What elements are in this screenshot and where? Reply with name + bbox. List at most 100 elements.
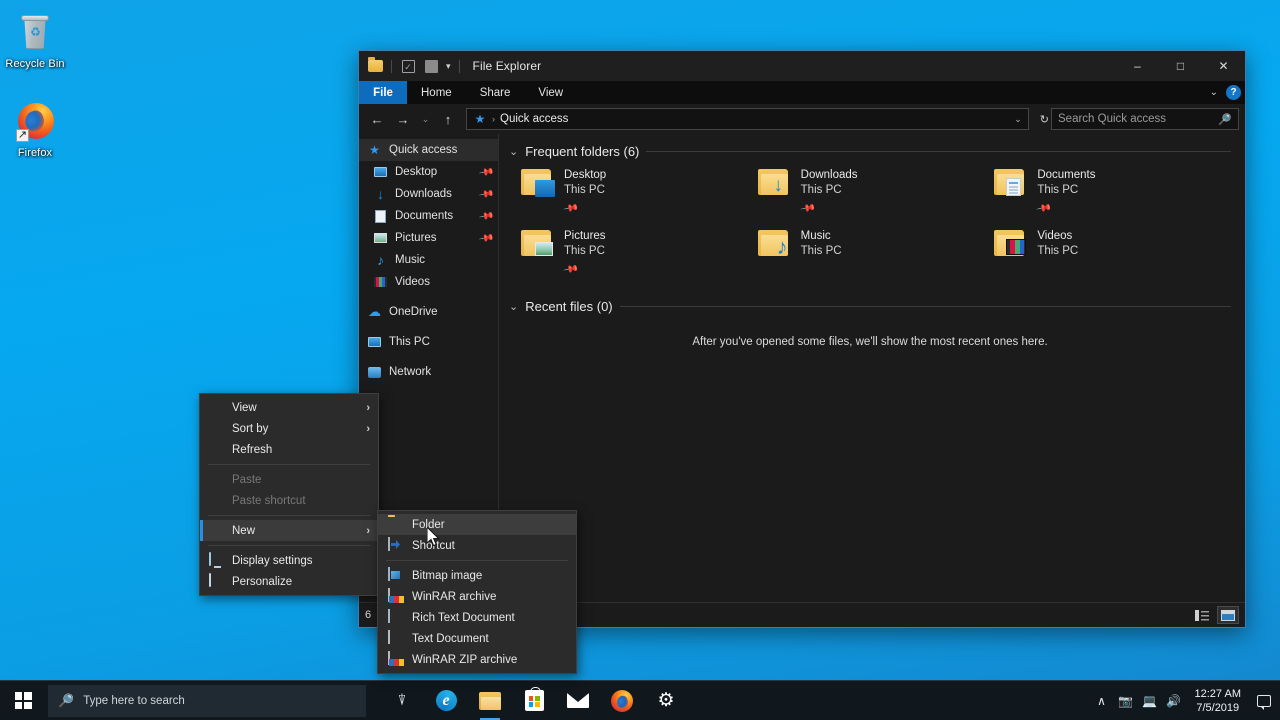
close-button[interactable]: ✕ — [1202, 51, 1245, 81]
context-menu-item-refresh[interactable]: Refresh — [200, 439, 378, 460]
sidebar-item-videos[interactable]: Videos — [359, 271, 498, 293]
file-explorer-icon[interactable] — [468, 681, 512, 720]
sidebar-item-documents[interactable]: Documents 📌 — [359, 205, 498, 227]
folder-item-music[interactable]: ♪ Music This PC — [758, 228, 995, 277]
start-button[interactable] — [0, 681, 46, 720]
tab-share[interactable]: Share — [466, 81, 525, 104]
context-menu-item-paste-shortcut: Paste shortcut — [200, 490, 378, 511]
context-menu-item-new[interactable]: New › — [200, 520, 378, 541]
large-icons-view-icon[interactable] — [1217, 606, 1239, 624]
folder-item-pictures[interactable]: Pictures This PC 📌 — [521, 228, 758, 277]
refresh-icon[interactable]: ↻ — [1035, 113, 1049, 126]
minimize-button[interactable]: – — [1116, 51, 1159, 81]
context-menu-item-sort-by[interactable]: Sort by › — [200, 418, 378, 439]
clock-time: 12:27 AM — [1195, 687, 1241, 701]
pin-icon: 📌 — [798, 201, 815, 218]
show-hidden-icons-icon[interactable]: ∧ — [1090, 681, 1114, 720]
divider — [391, 60, 392, 73]
back-button[interactable]: ← — [365, 108, 389, 130]
sidebar-item-label: Videos — [395, 276, 430, 288]
properties-icon[interactable]: ✓ — [398, 56, 418, 76]
search-input[interactable] — [1058, 113, 1218, 125]
chevron-down-icon[interactable]: ⌄ — [509, 145, 518, 158]
expand-ribbon-icon[interactable]: ⌄ — [1210, 87, 1218, 98]
recycle-bin-icon: ♻ — [14, 12, 56, 54]
sidebar-item-this-pc[interactable]: This PC — [359, 331, 498, 353]
submenu-item-shortcut[interactable]: Shortcut — [378, 535, 576, 556]
personalize-icon — [209, 574, 224, 589]
action-center-button[interactable] — [1250, 681, 1278, 720]
submenu-item-folder[interactable]: Folder — [378, 514, 576, 535]
group-title: Recent files (0) — [525, 299, 612, 314]
address-bar[interactable]: ★ › Quick access ⌄ — [466, 108, 1029, 130]
chevron-down-icon[interactable]: ⌄ — [509, 300, 518, 313]
mail-icon[interactable] — [556, 681, 600, 720]
submenu-item-rich-text-document[interactable]: Rich Text Document — [378, 607, 576, 628]
folder-item-videos[interactable]: Videos This PC — [994, 228, 1231, 277]
menu-item-label: Refresh — [232, 444, 272, 456]
webcam-icon[interactable]: 📷 — [1114, 681, 1138, 720]
settings-gear-icon[interactable]: ⚙ — [644, 681, 688, 720]
clock[interactable]: 12:27 AM 7/5/2019 — [1186, 681, 1250, 720]
desktop-icon-recycle-bin[interactable]: ♻ Recycle Bin — [0, 6, 70, 73]
context-menu-item-personalize[interactable]: Personalize — [200, 571, 378, 592]
submenu-item-winrar-archive[interactable]: WinRAR archive — [378, 586, 576, 607]
frequent-folders-header[interactable]: ⌄ Frequent folders (6) — [509, 144, 1231, 159]
network-icon[interactable]: 💻 — [1138, 681, 1162, 720]
recent-locations-button[interactable]: ⌄ — [417, 108, 434, 130]
recent-files-header[interactable]: ⌄ Recent files (0) — [509, 299, 1231, 314]
chevron-down-icon[interactable]: ▾ — [444, 61, 453, 72]
folder-location: This PC — [1037, 244, 1078, 259]
tab-home[interactable]: Home — [407, 81, 466, 104]
sidebar-item-quick-access[interactable]: ★ Quick access — [359, 139, 498, 161]
help-icon[interactable]: ? — [1226, 85, 1241, 100]
up-button[interactable]: ↑ — [436, 108, 460, 130]
folder-item-desktop[interactable]: Desktop This PC 📌 — [521, 167, 758, 216]
shortcut-arrow-icon: ↗ — [16, 129, 29, 142]
task-view-icon[interactable]: ⍒ — [380, 681, 424, 720]
desktop-icon-firefox[interactable]: ↗ Firefox — [0, 95, 70, 162]
sidebar-item-network[interactable]: Network — [359, 361, 498, 383]
folder-item-downloads[interactable]: ↓ Downloads This PC 📌 — [758, 167, 995, 216]
winrar-zip-icon — [388, 652, 404, 668]
desktop-icon-label: Recycle Bin — [5, 58, 64, 71]
bitmap-icon — [388, 568, 404, 584]
pictures-icon — [373, 231, 388, 246]
new-folder-icon[interactable] — [421, 56, 441, 76]
submenu-item-winrar-zip-archive[interactable]: WinRAR ZIP archive — [378, 649, 576, 670]
maximize-button[interactable]: □ — [1159, 51, 1202, 81]
details-view-icon[interactable] — [1191, 606, 1213, 624]
submenu-item-text-document[interactable]: Text Document — [378, 628, 576, 649]
spacer — [359, 293, 498, 301]
chevron-down-icon[interactable]: ⌄ — [1014, 114, 1022, 125]
folder-item-documents[interactable]: Documents This PC 📌 — [994, 167, 1231, 216]
group-title: Frequent folders (6) — [525, 144, 639, 159]
this-pc-icon — [367, 335, 382, 350]
firefox-icon[interactable] — [600, 681, 644, 720]
quick-access-toolbar: ✓ ▾ — [365, 56, 463, 76]
taskbar-search-box[interactable]: 🔍 Type here to search — [48, 685, 366, 717]
context-menu-item-view[interactable]: View › — [200, 397, 378, 418]
sidebar-item-onedrive[interactable]: ☁ OneDrive — [359, 301, 498, 323]
sidebar-item-pictures[interactable]: Pictures 📌 — [359, 227, 498, 249]
folder-desktop-icon — [521, 167, 555, 199]
pin-icon: 📌 — [478, 186, 495, 202]
breadcrumb[interactable]: Quick access — [500, 113, 568, 125]
tab-view[interactable]: View — [524, 81, 577, 104]
sidebar-item-desktop[interactable]: Desktop 📌 — [359, 161, 498, 183]
folder-location: This PC — [801, 244, 842, 259]
chevron-right-icon: › — [366, 402, 370, 414]
folder-icon[interactable] — [365, 56, 385, 76]
sidebar-item-music[interactable]: ♪ Music — [359, 249, 498, 271]
volume-icon[interactable]: 🔊 — [1162, 681, 1186, 720]
videos-icon — [373, 275, 388, 290]
microsoft-edge-icon[interactable] — [424, 681, 468, 720]
sidebar-item-downloads[interactable]: ↓ Downloads 📌 — [359, 183, 498, 205]
forward-button[interactable]: → — [391, 108, 415, 130]
spacer — [359, 353, 498, 361]
tab-file[interactable]: File — [359, 81, 407, 104]
microsoft-store-icon[interactable] — [512, 681, 556, 720]
submenu-item-bitmap-image[interactable]: Bitmap image — [378, 565, 576, 586]
search-box[interactable]: 🔍 — [1051, 108, 1239, 130]
context-menu-item-display-settings[interactable]: Display settings — [200, 550, 378, 571]
